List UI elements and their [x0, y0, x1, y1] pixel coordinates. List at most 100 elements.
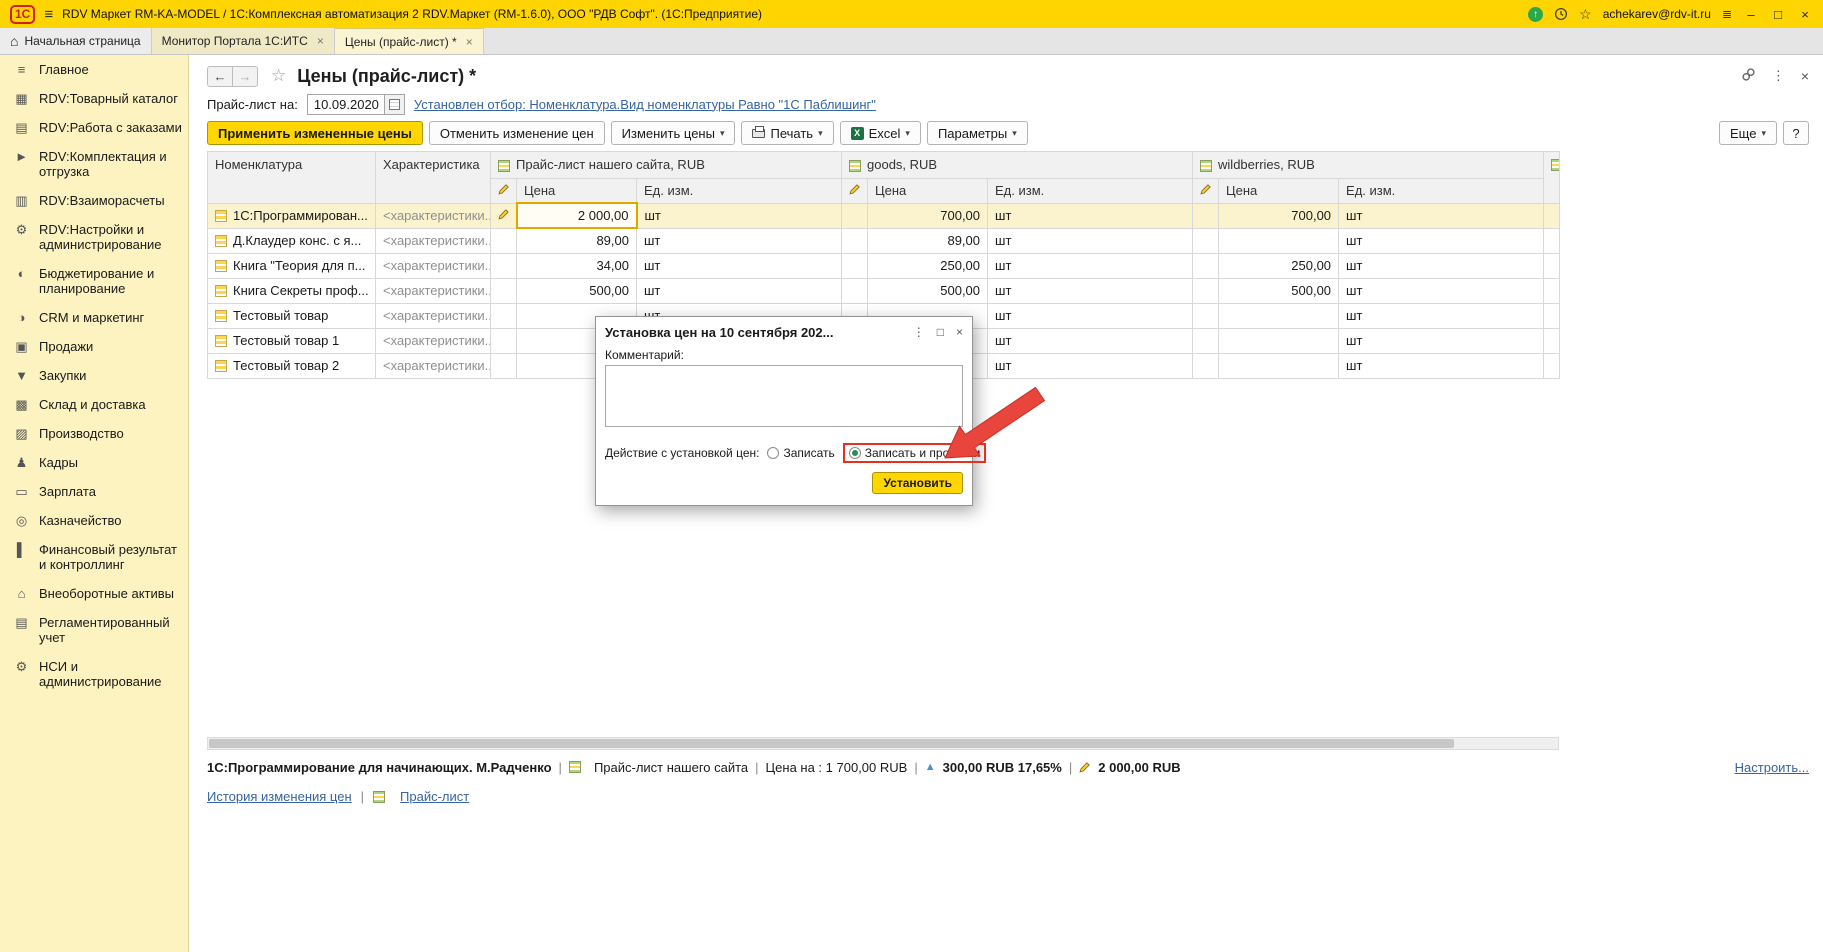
scrollbar-thumb[interactable] [209, 739, 1454, 748]
col-header-unit[interactable]: Ед. изм. [988, 179, 1193, 204]
pencil-cell[interactable] [491, 253, 517, 278]
form-more-icon[interactable]: ⋮ [1772, 68, 1785, 84]
maximize-button[interactable]: □ [1770, 7, 1786, 22]
pencil-cell[interactable] [491, 203, 517, 228]
price-cell[interactable]: 500,00 [1219, 278, 1339, 303]
pencil-cell[interactable] [842, 278, 868, 303]
sidebar-item[interactable]: ▤Регламентированный учет [0, 608, 188, 652]
pencil-cell[interactable] [491, 278, 517, 303]
characteristic-cell[interactable]: <характеристики...> [376, 303, 491, 328]
unit-cell[interactable]: шт [1339, 328, 1544, 353]
tab-0[interactable]: ⌂Начальная страница [0, 28, 152, 54]
more-button[interactable]: Еще▾ [1719, 121, 1777, 145]
price-cell[interactable]: 89,00 [517, 228, 637, 253]
pencil-cell[interactable] [491, 228, 517, 253]
pencil-cell[interactable] [1193, 228, 1219, 253]
nomenclature-cell[interactable]: Д.Клаудер конс. с я... [208, 228, 376, 253]
close-window-button[interactable]: × [1797, 7, 1813, 22]
service-lines-icon[interactable]: ≣ [1722, 7, 1732, 21]
get-link-icon[interactable] [1741, 67, 1756, 85]
nomenclature-cell[interactable]: Тестовый товар 2 [208, 353, 376, 378]
price-cell[interactable] [1219, 303, 1339, 328]
unit-cell[interactable]: шт [637, 278, 842, 303]
pencil-cell[interactable] [1193, 253, 1219, 278]
sidebar-item[interactable]: ▥RDV:Взаиморасчеты [0, 186, 188, 215]
price-cell[interactable]: 89,00 [868, 228, 988, 253]
pencil-column-header[interactable] [1193, 179, 1219, 204]
price-cell[interactable] [1219, 228, 1339, 253]
radio-zapisat[interactable]: Записать [767, 446, 834, 460]
group-header-goods[interactable]: goods, RUB [842, 152, 1193, 179]
pricelist-link[interactable]: Прайс-лист [400, 789, 469, 804]
pencil-cell[interactable] [842, 203, 868, 228]
characteristic-cell[interactable]: <характеристики...> [376, 253, 491, 278]
nomenclature-cell[interactable]: Тестовый товар [208, 303, 376, 328]
nomenclature-cell[interactable]: Тестовый товар 1 [208, 328, 376, 353]
tab-close-icon[interactable]: × [317, 34, 324, 48]
sidebar-item[interactable]: ♟Кадры [0, 448, 188, 477]
sidebar-item[interactable]: ▩Склад и доставка [0, 390, 188, 419]
sidebar-item[interactable]: ▦RDV:Товарный каталог [0, 84, 188, 113]
col-header-unit[interactable]: Ед. изм. [1339, 179, 1544, 204]
sidebar-item[interactable]: ▤RDV:Работа с заказами [0, 113, 188, 142]
characteristic-cell[interactable]: <характеристики...> [376, 203, 491, 228]
calendar-button[interactable] [384, 95, 404, 114]
comment-textarea[interactable] [605, 365, 963, 427]
col-header-unit[interactable]: Ед. изм. [637, 179, 842, 204]
group-header-site[interactable]: Прайс-лист нашего сайта, RUB [491, 152, 842, 179]
tab-2[interactable]: Цены (прайс-лист) *× [335, 28, 484, 54]
table-row[interactable]: Книга "Теория для п...<характеристики...… [208, 253, 1560, 278]
sidebar-item[interactable]: ◑CRM и маркетинг [0, 303, 188, 332]
sidebar-item[interactable]: ⌂Внеоборотные активы [0, 579, 188, 608]
sidebar-item[interactable]: ▨Производство [0, 419, 188, 448]
col-header-price[interactable]: Цена [868, 179, 988, 204]
excel-button[interactable]: Excel▾ [840, 121, 921, 145]
sidebar-item[interactable]: ▌Финансовый результат и контроллинг [0, 535, 188, 579]
col-header-characteristic[interactable]: Характеристика [376, 152, 491, 204]
price-cell[interactable]: 250,00 [868, 253, 988, 278]
back-button[interactable]: ← [207, 66, 233, 87]
col-header-price[interactable]: Цена [517, 179, 637, 204]
sidebar-item[interactable]: ◎Казначейство [0, 506, 188, 535]
unit-cell[interactable]: шт [988, 228, 1193, 253]
unit-cell[interactable]: шт [988, 303, 1193, 328]
unit-cell[interactable]: шт [1339, 203, 1544, 228]
sidebar-item[interactable]: ⚙НСИ и администрирование [0, 652, 188, 696]
dialog-maximize-icon[interactable]: □ [937, 325, 944, 339]
horizontal-scrollbar[interactable] [207, 737, 1559, 750]
price-cell[interactable]: 500,00 [868, 278, 988, 303]
price-cell[interactable] [1219, 328, 1339, 353]
sidebar-item[interactable]: ◐Бюджетирование и планирование [0, 259, 188, 303]
characteristic-cell[interactable]: <характеристики...> [376, 228, 491, 253]
table-row[interactable]: Книга Секреты проф...<характеристики...>… [208, 278, 1560, 303]
pencil-cell[interactable] [842, 253, 868, 278]
unit-cell[interactable]: шт [637, 203, 842, 228]
unit-cell[interactable]: шт [1339, 253, 1544, 278]
apply-prices-button[interactable]: Применить измененные цены [207, 121, 423, 145]
help-button[interactable]: ? [1783, 121, 1809, 145]
dialog-more-icon[interactable]: ⋮ [913, 325, 925, 339]
change-prices-button[interactable]: Изменить цены▾ [611, 121, 736, 145]
sidebar-item[interactable]: ≡Главное [0, 55, 188, 84]
unit-cell[interactable]: шт [988, 203, 1193, 228]
unit-cell[interactable]: шт [637, 228, 842, 253]
pencil-cell[interactable] [491, 353, 517, 378]
sidebar-item[interactable]: ▭Зарплата [0, 477, 188, 506]
price-cell[interactable]: 250,00 [1219, 253, 1339, 278]
col-header-price[interactable]: Цена [1219, 179, 1339, 204]
unit-cell[interactable]: шт [988, 353, 1193, 378]
characteristic-cell[interactable]: <характеристики...> [376, 353, 491, 378]
table-row[interactable]: 1С:Программирован...<характеристики...> 2… [208, 203, 1560, 228]
price-cell[interactable]: 700,00 [868, 203, 988, 228]
ustanovit-button[interactable]: Установить [872, 472, 963, 494]
price-history-link[interactable]: История изменения цен [207, 789, 352, 804]
price-cell[interactable]: 2 000,00 [517, 203, 637, 228]
tab-1[interactable]: Монитор Портала 1С:ИТС× [152, 28, 335, 54]
group-header-wildberries[interactable]: wildberries, RUB [1193, 152, 1544, 179]
dialog-close-icon[interactable]: × [956, 325, 963, 339]
sidebar-item[interactable]: ▼Закупки [0, 361, 188, 390]
nomenclature-cell[interactable]: Книга Секреты проф... [208, 278, 376, 303]
user-account[interactable]: achekarev@rdv-it.ru [1603, 7, 1711, 21]
nomenclature-cell[interactable]: 1С:Программирован... [208, 203, 376, 228]
sidebar-item[interactable]: ▣Продажи [0, 332, 188, 361]
